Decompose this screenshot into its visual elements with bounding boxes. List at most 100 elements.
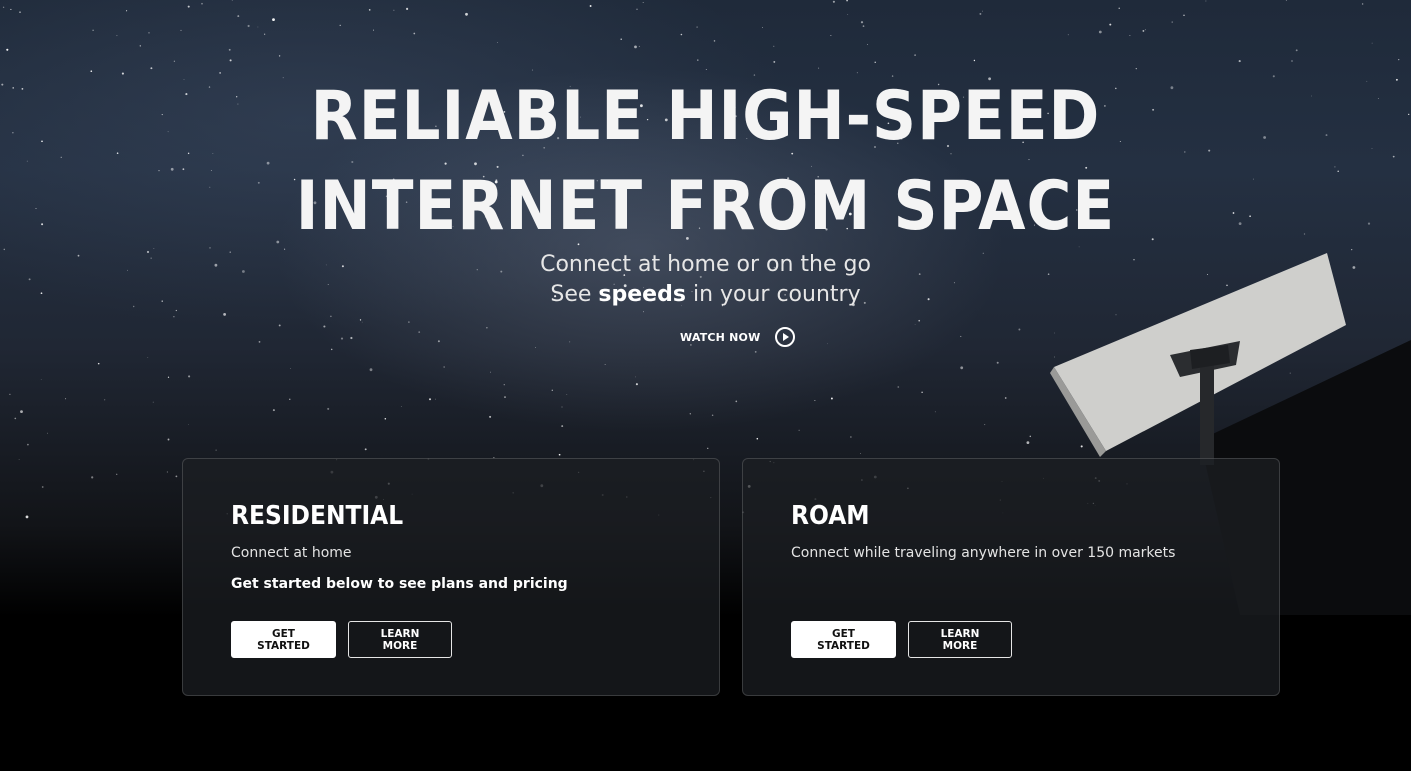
star	[116, 35, 118, 37]
star	[167, 376, 170, 378]
star	[364, 448, 367, 451]
star	[1029, 435, 1032, 438]
star	[642, 1, 644, 4]
star	[339, 24, 341, 27]
residential-title: RESIDENTIAL	[231, 501, 404, 531]
watch-now-button[interactable]: WATCH NOW	[680, 325, 796, 349]
star	[604, 364, 606, 365]
star	[175, 309, 177, 312]
star	[278, 324, 281, 327]
star	[6, 48, 9, 51]
star	[228, 48, 231, 51]
headline-line-2: INTERNET FROM SPACE	[295, 167, 1116, 246]
subtitle-prefix: See	[550, 282, 592, 307]
star	[408, 321, 410, 323]
star	[147, 357, 149, 358]
star	[1205, 0, 1207, 2]
star	[847, 14, 849, 15]
star	[982, 10, 983, 12]
star	[960, 366, 964, 370]
star	[735, 400, 738, 403]
star	[187, 5, 190, 8]
star	[984, 424, 986, 426]
star	[620, 38, 622, 40]
roam-get-started-button[interactable]: GET STARTED	[791, 621, 896, 658]
star	[400, 405, 402, 407]
star	[92, 29, 94, 32]
star	[973, 59, 976, 62]
star	[486, 327, 488, 329]
watch-now-label: WATCH NOW	[680, 330, 761, 344]
star	[150, 67, 153, 70]
roam-title: ROAM	[791, 501, 870, 531]
star	[960, 335, 962, 337]
star	[25, 515, 29, 519]
star	[850, 436, 852, 438]
star	[152, 401, 154, 403]
star	[636, 8, 638, 10]
star	[372, 29, 375, 31]
star	[979, 12, 982, 15]
residential-get-started-button[interactable]: GET STARTED	[231, 621, 336, 658]
star	[272, 409, 275, 412]
star	[10, 8, 12, 10]
star	[1285, 0, 1287, 1]
play-circle-icon	[775, 327, 796, 347]
star	[689, 413, 691, 415]
star	[1018, 328, 1021, 331]
star	[465, 12, 468, 16]
star	[1291, 60, 1293, 62]
star	[1183, 14, 1185, 17]
star	[558, 453, 561, 456]
star	[188, 424, 189, 425]
star	[1361, 3, 1364, 5]
star	[180, 29, 182, 31]
star	[490, 371, 491, 373]
star	[634, 45, 637, 49]
star	[860, 453, 861, 454]
star	[918, 319, 921, 322]
star	[1171, 21, 1173, 23]
star	[1135, 67, 1137, 70]
star	[697, 59, 699, 61]
roam-actions: GET STARTED LEARN MORE	[791, 621, 1012, 658]
star	[1142, 29, 1145, 32]
star	[173, 316, 175, 318]
star	[1129, 35, 1131, 37]
star	[97, 362, 100, 365]
star	[9, 393, 11, 396]
star	[754, 351, 757, 353]
speeds-link[interactable]: speeds	[598, 282, 686, 307]
star	[104, 399, 106, 401]
star	[1371, 42, 1373, 44]
star	[761, 26, 763, 28]
residential-learn-more-button[interactable]: LEARN MORE	[348, 621, 452, 658]
star	[437, 340, 440, 343]
hero-headline: RELIABLE HIGH-SPEED INTERNET FROM SPACE	[0, 72, 1411, 252]
star	[19, 11, 21, 13]
star	[535, 347, 536, 348]
star	[223, 313, 227, 316]
star	[116, 473, 118, 475]
star	[830, 397, 833, 400]
star	[1295, 49, 1298, 52]
star	[551, 389, 553, 391]
star	[167, 438, 170, 441]
star	[327, 407, 330, 410]
star	[818, 67, 820, 69]
roam-learn-more-button[interactable]: LEARN MORE	[908, 621, 1012, 658]
star	[589, 5, 592, 7]
star	[340, 337, 344, 340]
star	[504, 396, 506, 398]
subtitle-suffix: in your country	[692, 282, 861, 307]
star	[996, 361, 999, 364]
star	[289, 398, 291, 400]
star	[561, 425, 564, 428]
star	[27, 443, 29, 446]
star	[1098, 30, 1102, 34]
star	[707, 447, 709, 449]
residential-description: Connect at home	[231, 545, 352, 561]
star	[175, 475, 178, 478]
star	[368, 9, 371, 11]
star	[428, 398, 432, 401]
